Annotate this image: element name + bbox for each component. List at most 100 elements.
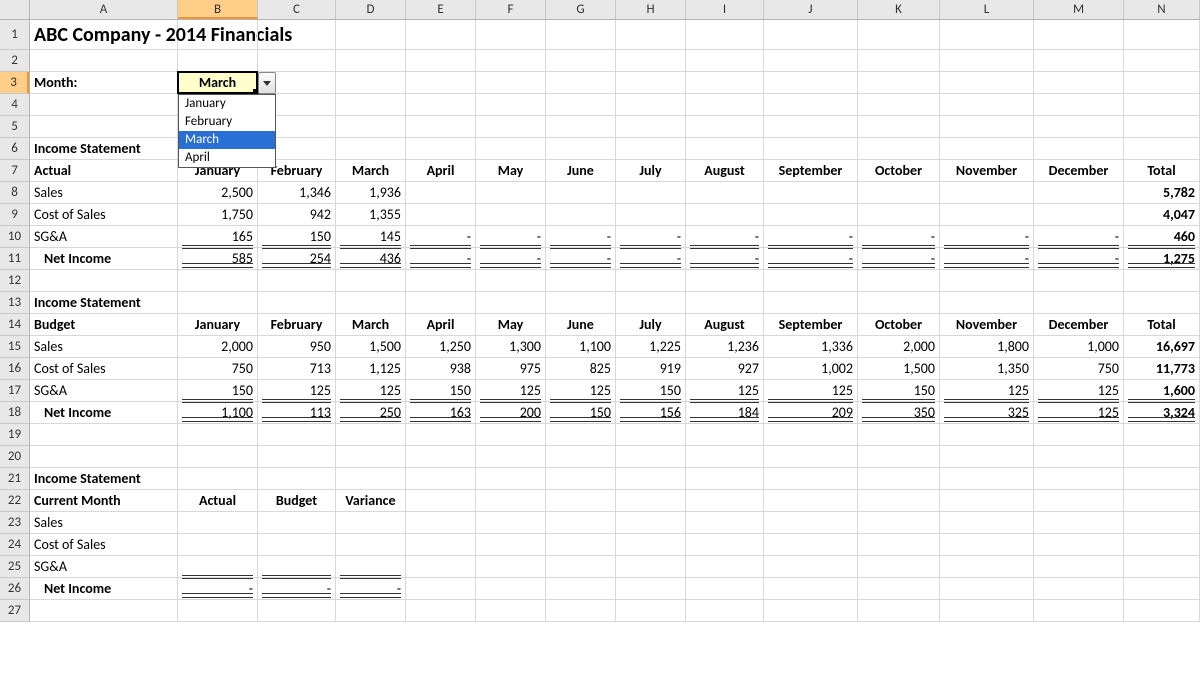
cell-B23[interactable] [178, 512, 258, 533]
cell-D12[interactable] [336, 270, 406, 291]
row-header-26[interactable]: 26 [0, 578, 29, 600]
cell-C1[interactable] [258, 20, 336, 49]
cell-C10[interactable]: 150 [258, 226, 336, 247]
cell-J8[interactable] [764, 182, 858, 203]
cell-K23[interactable] [858, 512, 940, 533]
cell-E17[interactable]: 150 [406, 380, 476, 401]
row-header-8[interactable]: 8 [0, 182, 29, 204]
cell-H9[interactable] [616, 204, 686, 225]
cell-D25[interactable] [336, 556, 406, 577]
cell-A12[interactable] [30, 270, 178, 291]
cell-E26[interactable] [406, 578, 476, 599]
cell-I11[interactable]: - [686, 248, 764, 269]
cell-F21[interactable] [476, 468, 546, 489]
cell-J4[interactable] [764, 94, 858, 115]
cell-C16[interactable]: 713 [258, 358, 336, 379]
cell-G2[interactable] [546, 50, 616, 71]
row-header-19[interactable]: 19 [0, 424, 29, 446]
cell-K17[interactable]: 150 [858, 380, 940, 401]
cell-L21[interactable] [940, 468, 1034, 489]
cell-A22[interactable]: Current Month [30, 490, 178, 511]
cell-I14[interactable]: August [686, 314, 764, 335]
col-header-I[interactable]: I [686, 0, 764, 19]
column-headers[interactable]: ABCDEFGHIJKLMN [30, 0, 1200, 20]
cell-I24[interactable] [686, 534, 764, 555]
cell-F23[interactable] [476, 512, 546, 533]
col-header-K[interactable]: K [858, 0, 940, 19]
cell-B26[interactable]: - [178, 578, 258, 599]
dropdown-option-february[interactable]: February [179, 113, 275, 131]
cell-M3[interactable] [1034, 72, 1124, 93]
cell-M8[interactable] [1034, 182, 1124, 203]
cell-C17[interactable]: 125 [258, 380, 336, 401]
cell-L5[interactable] [940, 116, 1034, 137]
cell-I1[interactable] [686, 20, 764, 49]
cell-N21[interactable] [1124, 468, 1200, 489]
row-header-21[interactable]: 21 [0, 468, 29, 490]
cell-E13[interactable] [406, 292, 476, 313]
cell-G11[interactable]: - [546, 248, 616, 269]
col-header-J[interactable]: J [764, 0, 858, 19]
cell-N14[interactable]: Total [1124, 314, 1200, 335]
cell-H14[interactable]: July [616, 314, 686, 335]
cell-H4[interactable] [616, 94, 686, 115]
cell-J20[interactable] [764, 446, 858, 467]
cell-D2[interactable] [336, 50, 406, 71]
cell-I17[interactable]: 125 [686, 380, 764, 401]
cell-J17[interactable]: 125 [764, 380, 858, 401]
cell-E3[interactable] [406, 72, 476, 93]
cell-G12[interactable] [546, 270, 616, 291]
cell-C20[interactable] [258, 446, 336, 467]
cell-M26[interactable] [1034, 578, 1124, 599]
cell-J3[interactable] [764, 72, 858, 93]
row-header-6[interactable]: 6 [0, 138, 29, 160]
cell-B18[interactable]: 1,100 [178, 402, 258, 423]
cell-K22[interactable] [858, 490, 940, 511]
cell-I3[interactable] [686, 72, 764, 93]
col-header-N[interactable]: N [1124, 0, 1200, 19]
cell-G22[interactable] [546, 490, 616, 511]
col-header-F[interactable]: F [476, 0, 546, 19]
cell-F25[interactable] [476, 556, 546, 577]
cell-M11[interactable]: - [1034, 248, 1124, 269]
cell-B13[interactable] [178, 292, 258, 313]
cell-B1[interactable] [178, 20, 258, 49]
cell-J16[interactable]: 1,002 [764, 358, 858, 379]
row-header-17[interactable]: 17 [0, 380, 29, 402]
cell-E10[interactable]: - [406, 226, 476, 247]
cell-H12[interactable] [616, 270, 686, 291]
row-header-27[interactable]: 27 [0, 600, 29, 622]
cell-F22[interactable] [476, 490, 546, 511]
cell-M20[interactable] [1034, 446, 1124, 467]
cell-K13[interactable] [858, 292, 940, 313]
cell-A25[interactable]: SG&A [30, 556, 178, 577]
page-title[interactable]: ABC Company - 2014 Financials [30, 20, 178, 49]
cell-N23[interactable] [1124, 512, 1200, 533]
cell-L19[interactable] [940, 424, 1034, 445]
cell-C12[interactable] [258, 270, 336, 291]
cell-L11[interactable]: - [940, 248, 1034, 269]
cell-N22[interactable] [1124, 490, 1200, 511]
cell-F11[interactable]: - [476, 248, 546, 269]
cell-D9[interactable]: 1,355 [336, 204, 406, 225]
row-header-18[interactable]: 18 [0, 402, 29, 424]
cell-H18[interactable]: 156 [616, 402, 686, 423]
cell-N18[interactable]: 3,324 [1124, 402, 1200, 423]
row-headers[interactable]: 1234567891011121314151617181920212223242… [0, 20, 30, 622]
cell-L14[interactable]: November [940, 314, 1034, 335]
cell-J7[interactable]: September [764, 160, 858, 181]
cell-F26[interactable] [476, 578, 546, 599]
cell-C8[interactable]: 1,346 [258, 182, 336, 203]
cell-L15[interactable]: 1,800 [940, 336, 1034, 357]
row-header-24[interactable]: 24 [0, 534, 29, 556]
cell-H15[interactable]: 1,225 [616, 336, 686, 357]
cell-I5[interactable] [686, 116, 764, 137]
cell-F27[interactable] [476, 600, 546, 621]
cell-I22[interactable] [686, 490, 764, 511]
cell-B10[interactable]: 165 [178, 226, 258, 247]
cell-A13[interactable]: Income Statement [30, 292, 178, 313]
cell-L22[interactable] [940, 490, 1034, 511]
cell-J14[interactable]: September [764, 314, 858, 335]
cell-C25[interactable] [258, 556, 336, 577]
cell-D24[interactable] [336, 534, 406, 555]
